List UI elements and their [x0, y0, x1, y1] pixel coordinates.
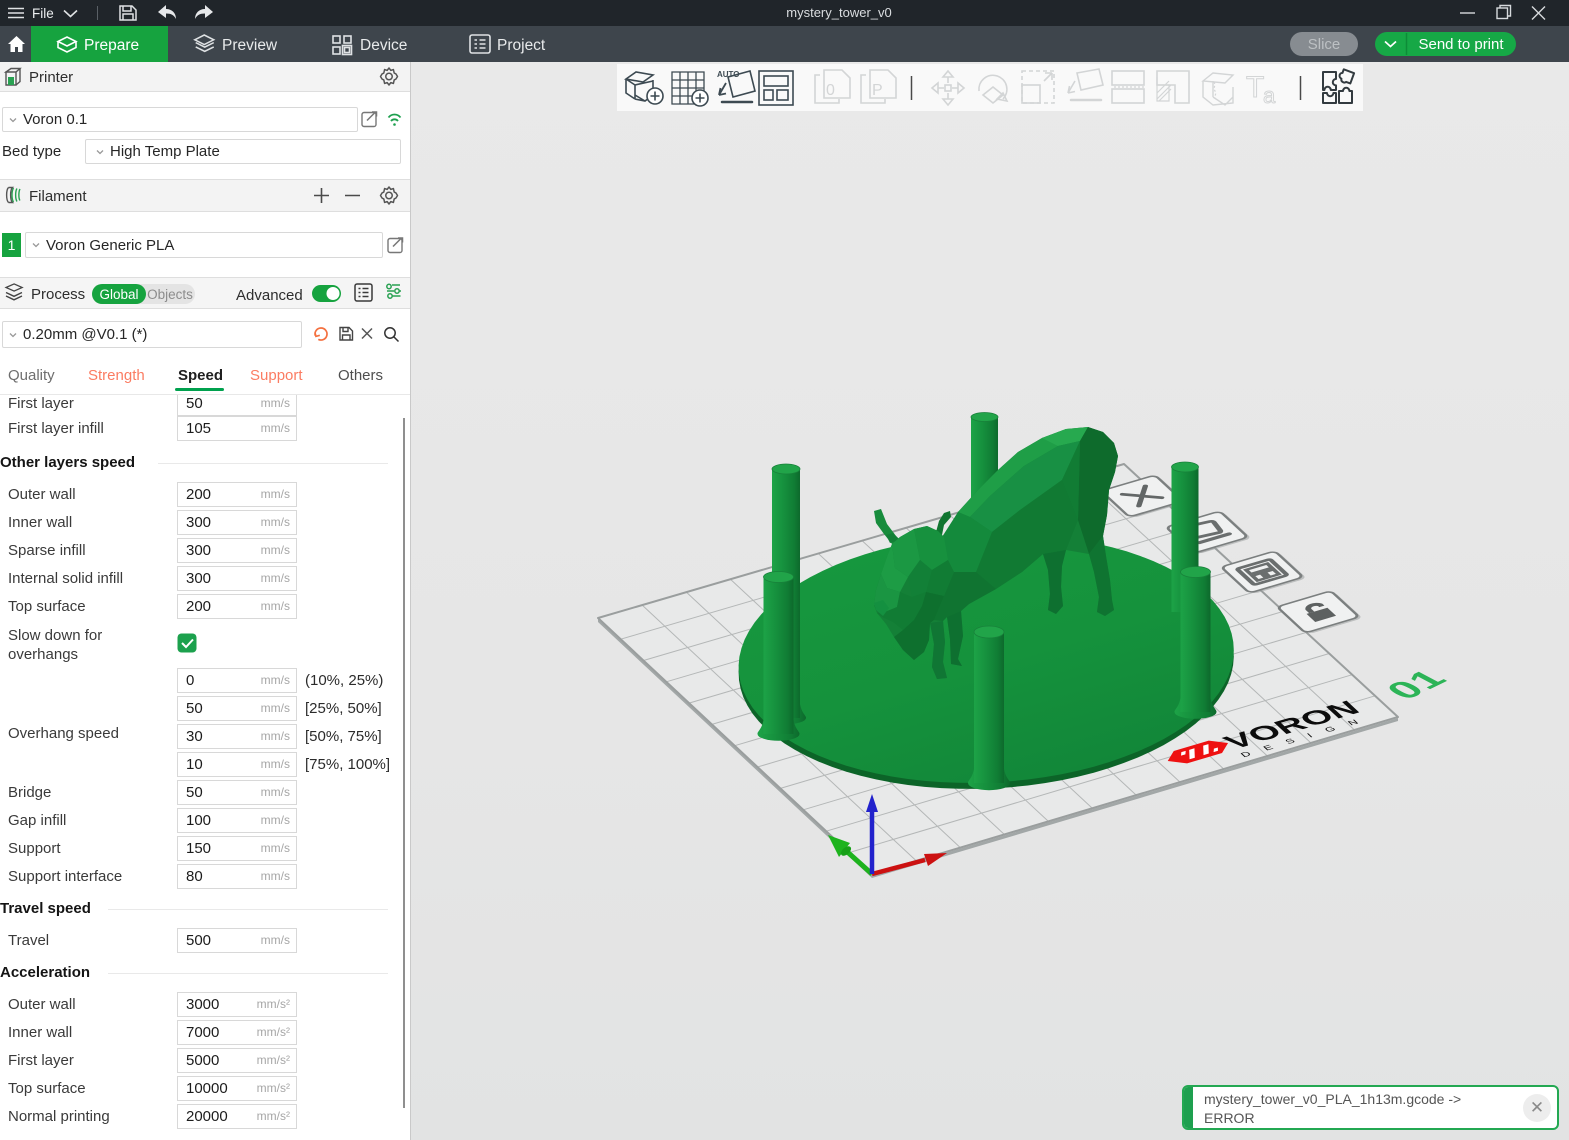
svg-text:0: 0: [826, 82, 835, 99]
svg-text:T: T: [1246, 71, 1264, 104]
svg-text:Process: Process: [31, 286, 85, 303]
svg-text:Send to print: Send to print: [1418, 36, 1504, 53]
svg-text:Advanced: Advanced: [236, 287, 303, 304]
svg-text:mystery_tower_v0: mystery_tower_v0: [786, 5, 891, 20]
svg-text:Objects: Objects: [147, 287, 193, 302]
svg-text:01: 01: [1378, 665, 1457, 705]
svg-text:Project: Project: [497, 37, 546, 54]
svg-text:Prepare: Prepare: [84, 37, 139, 54]
svg-text:Device: Device: [360, 37, 407, 54]
svg-text:AUTO: AUTO: [717, 70, 740, 79]
svg-text:Printer: Printer: [29, 69, 73, 86]
svg-text:Global: Global: [99, 287, 138, 302]
svg-text:Slice: Slice: [1308, 36, 1341, 53]
svg-text:File: File: [32, 6, 54, 21]
svg-text:a: a: [1263, 83, 1276, 108]
svg-text:P: P: [872, 82, 883, 99]
svg-text:Filament: Filament: [29, 188, 87, 205]
svg-text:Preview: Preview: [222, 37, 278, 54]
